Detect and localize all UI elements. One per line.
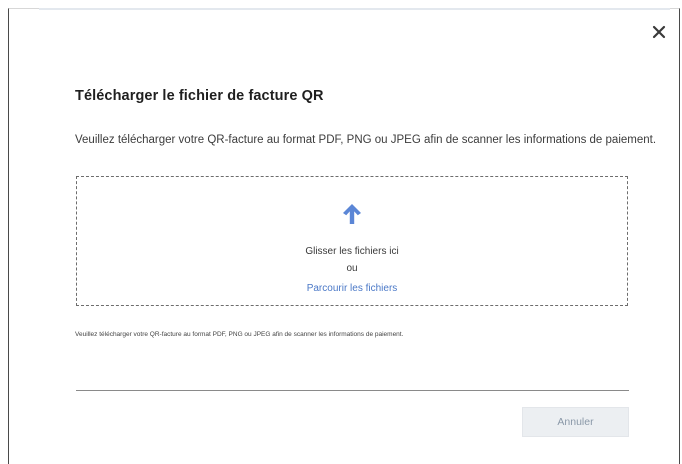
page: Télécharger le fichier de facture QR Veu… [0, 0, 682, 464]
upload-arrow-icon [342, 203, 362, 225]
close-icon [652, 25, 666, 39]
dialog-description: Veuillez télécharger votre QR-facture au… [75, 134, 657, 146]
dialog-top-accent [39, 8, 670, 10]
dialog-title: Télécharger le fichier de facture QR [75, 88, 324, 104]
drop-files-text: Glisser les fichiers ici [305, 246, 399, 257]
browse-files-link[interactable]: Parcourir les fichiers [307, 283, 398, 294]
upload-dialog: Télécharger le fichier de facture QR Veu… [8, 8, 680, 464]
or-separator-text: ou [346, 263, 358, 274]
footer-divider [76, 390, 629, 391]
upload-hint-text: Veuillez télécharger votre QR-facture au… [75, 331, 404, 338]
file-dropzone[interactable]: Glisser les fichiers ici ou Parcourir le… [76, 176, 628, 306]
close-button[interactable] [651, 24, 667, 40]
cancel-button[interactable]: Annuler [522, 407, 629, 437]
